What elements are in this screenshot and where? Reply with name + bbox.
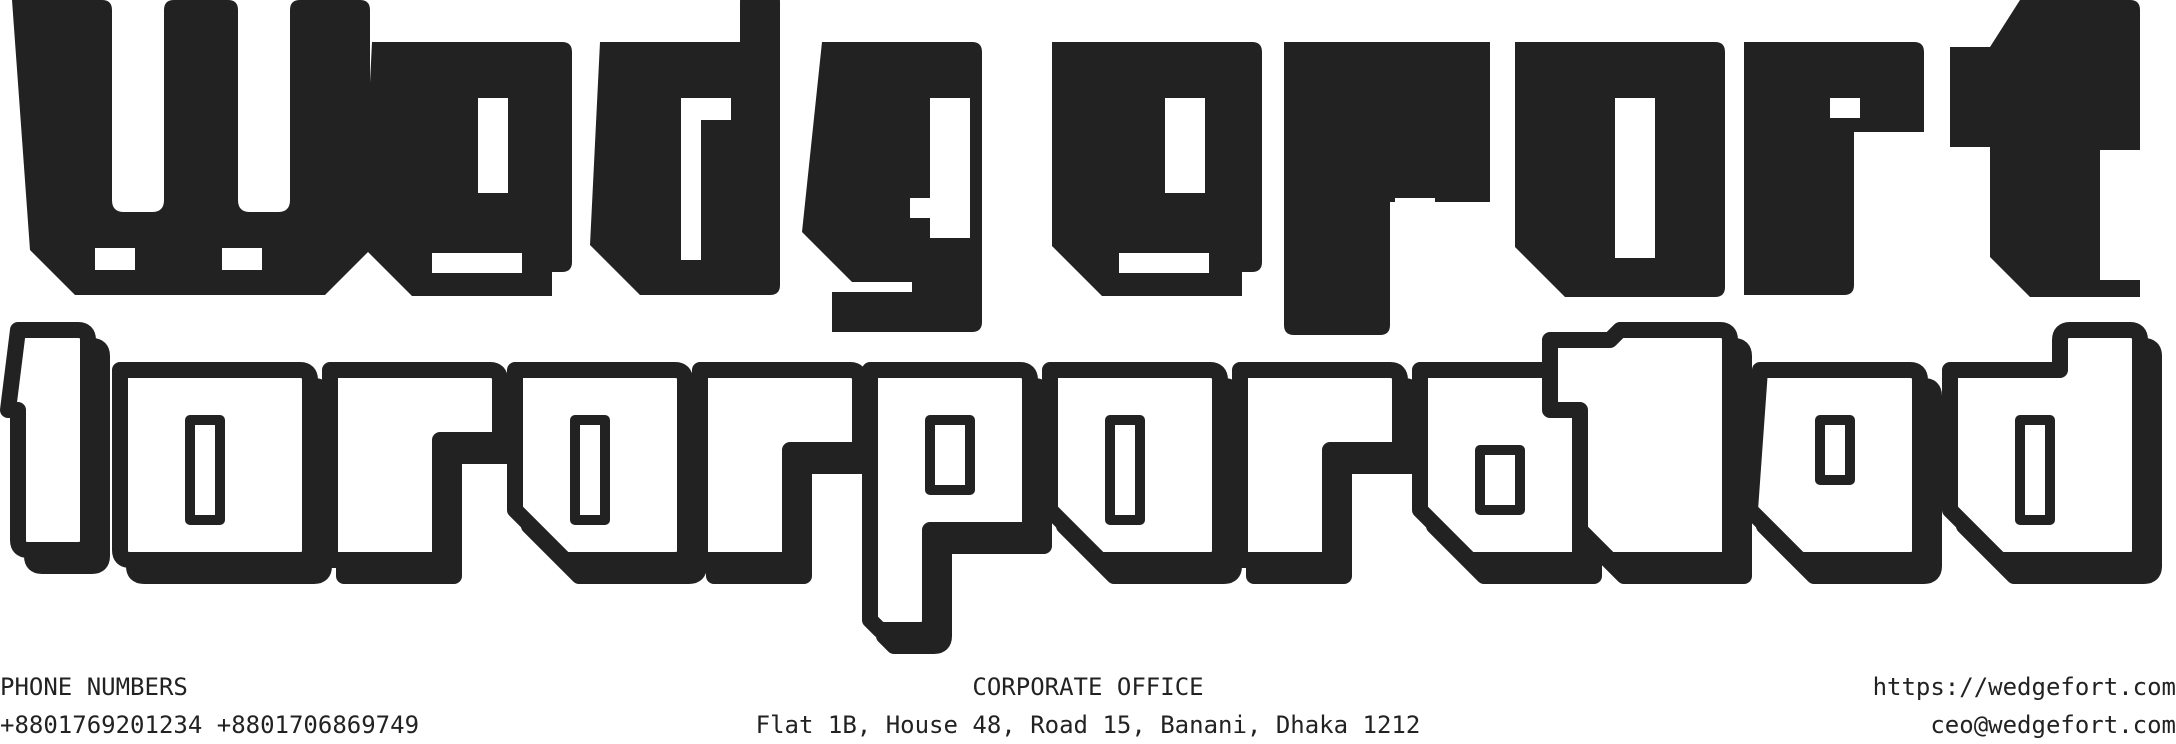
wordmark-line-1	[12, 0, 2140, 335]
wordmark-line-2	[0, 322, 2162, 654]
website-link[interactable]: https://wedgefort.com	[1873, 668, 2176, 706]
office-address: Flat 1B, House 48, Road 15, Banani, Dhak…	[755, 711, 1421, 739]
contact-block: https://wedgefort.com ceo@wedgefort.com	[1873, 668, 2176, 744]
office-block: CORPORATE OFFICE Flat 1B, House 48, Road…	[0, 668, 2176, 744]
email-link[interactable]: ceo@wedgefort.com	[1873, 706, 2176, 744]
wordmark-logo-graphic	[0, 0, 2162, 654]
office-heading: CORPORATE OFFICE	[972, 673, 1204, 701]
wordmark-logo	[0, 0, 2176, 660]
footer: PHONE NUMBERS +8801769201234 +8801706869…	[0, 668, 2176, 739]
